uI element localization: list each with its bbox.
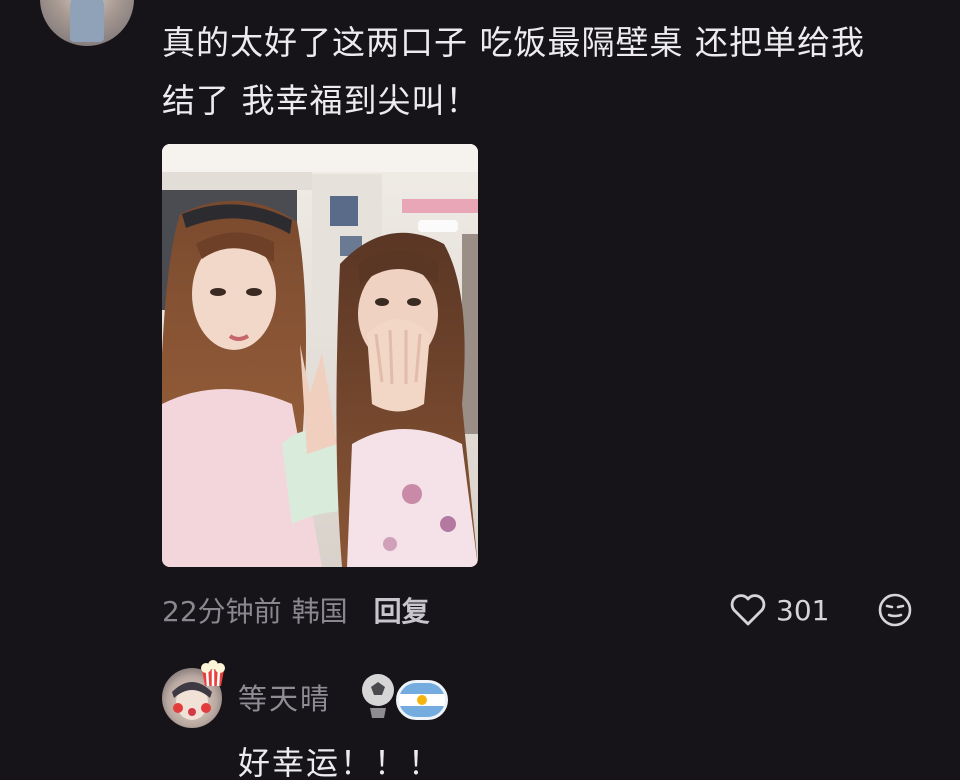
popcorn-badge-icon — [201, 660, 225, 686]
argentina-flag-icon — [396, 680, 448, 720]
comment-line-1: 真的太好了这两口子 吃饭最隔壁桌 还把单给我 — [162, 23, 865, 62]
reply-text: 好幸运！！！ — [238, 744, 443, 780]
photo-illustration — [162, 144, 478, 567]
like-count: 301 — [776, 593, 830, 627]
comment-time: 22分钟前 — [162, 595, 282, 628]
comment-region: 韩国 — [291, 595, 348, 628]
reply-button[interactable]: 回复 — [374, 590, 430, 630]
emoji-icon[interactable] — [877, 592, 913, 628]
comment-line-2: 结了 我幸福到尖叫！ — [162, 81, 480, 120]
comment-body: 真的太好了这两口子 吃饭最隔壁桌 还把单给我 结了 我幸福到尖叫！ — [162, 14, 922, 130]
reply-username[interactable]: 等天晴 — [238, 676, 331, 718]
commenter-avatar[interactable] — [40, 0, 134, 46]
like-button[interactable]: 301 — [730, 588, 829, 632]
comment-meta: 22分钟前 韩国 回复 — [162, 588, 430, 632]
soccer-ball-icon — [362, 674, 394, 718]
heart-icon — [730, 594, 766, 626]
comment-photo[interactable] — [162, 144, 478, 567]
comment-thread: 真的太好了这两口子 吃饭最隔壁桌 还把单给我 结了 我幸福到尖叫！ 22分钟前 … — [0, 0, 960, 780]
